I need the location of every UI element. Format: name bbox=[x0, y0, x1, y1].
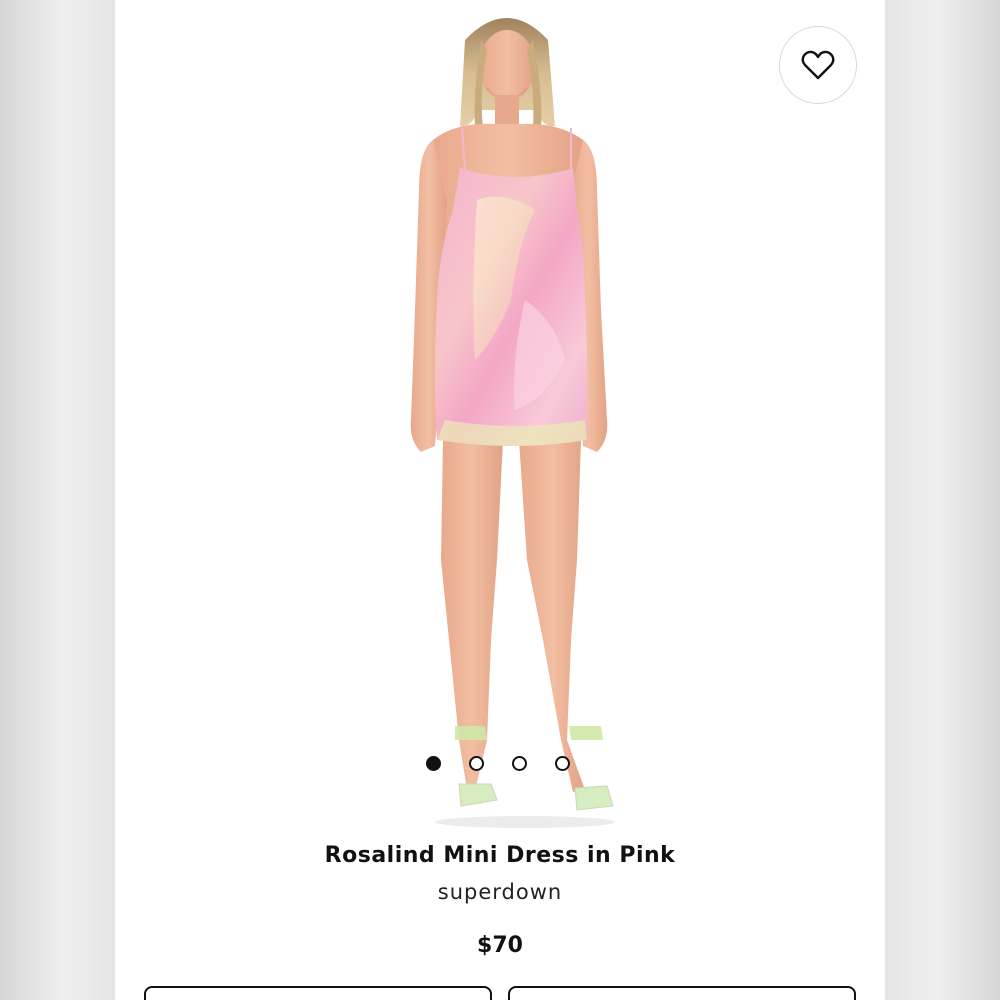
heart-outline-icon bbox=[801, 50, 835, 80]
wishlist-button[interactable] bbox=[779, 26, 857, 104]
carousel-dot-3[interactable] bbox=[512, 755, 527, 771]
background-blur-right bbox=[885, 0, 1000, 1000]
product-price: $70 bbox=[477, 933, 523, 958]
carousel-dot-1[interactable] bbox=[426, 755, 441, 771]
carousel-dot-4[interactable] bbox=[555, 755, 570, 771]
product-title: Rosalind Mini Dress in Pink bbox=[324, 843, 676, 868]
product-brand[interactable]: superdown bbox=[115, 880, 885, 904]
background-blur-left bbox=[0, 0, 115, 1000]
carousel-dot-2[interactable] bbox=[469, 755, 484, 771]
product-card: Rosalind Mini Dress in Pink superdown $7… bbox=[115, 0, 885, 1000]
image-carousel-dots bbox=[426, 754, 570, 772]
action-button-right[interactable] bbox=[508, 986, 856, 1000]
product-image[interactable] bbox=[115, 0, 885, 830]
action-button-left[interactable] bbox=[144, 986, 492, 1000]
